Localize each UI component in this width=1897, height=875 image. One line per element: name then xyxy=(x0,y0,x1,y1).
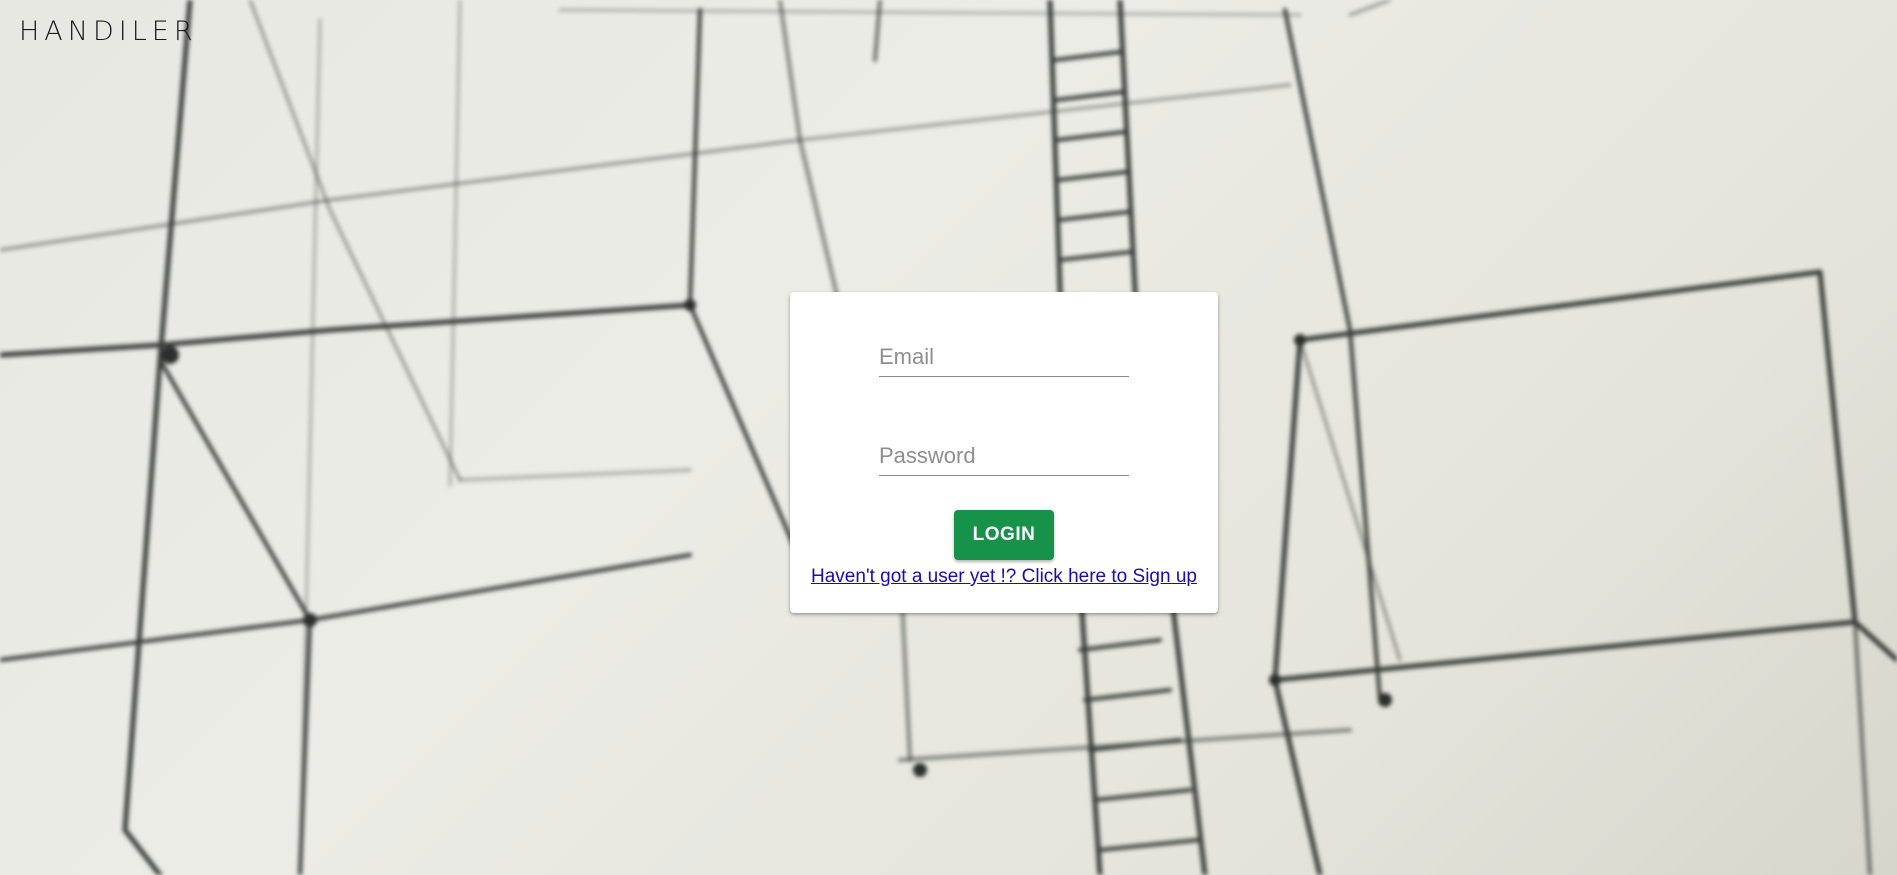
password-input[interactable] xyxy=(879,439,1129,475)
login-card: LOGIN Haven't got a user yet !? Click he… xyxy=(790,292,1218,613)
login-button[interactable]: LOGIN xyxy=(954,510,1054,560)
password-field xyxy=(879,439,1129,476)
brand-logo: HANDILER xyxy=(19,16,198,47)
signup-link[interactable]: Haven't got a user yet !? Click here to … xyxy=(790,566,1218,588)
email-input[interactable] xyxy=(879,340,1129,376)
email-field xyxy=(879,340,1129,377)
